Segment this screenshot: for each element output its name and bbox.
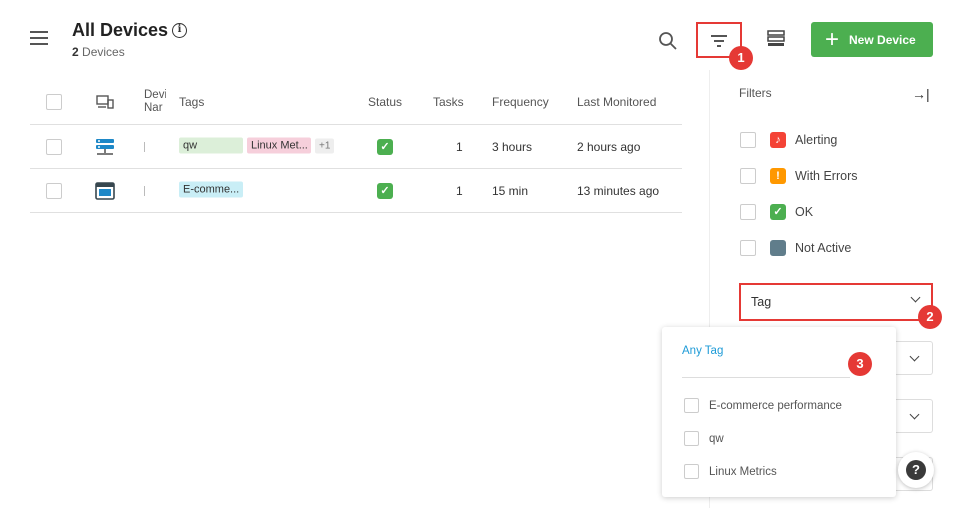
annotation-badge-1: 1 — [729, 46, 753, 70]
plus-icon: + — [825, 25, 840, 53]
table-row[interactable]: qw Linux Met... +1 ✓ 1 3 hours 2 hours ago — [30, 125, 682, 169]
col-tasks[interactable]: Tasks — [433, 95, 464, 109]
tag-option-label: qw — [709, 432, 724, 445]
filter-label: Alerting — [795, 133, 838, 147]
square-icon — [770, 240, 786, 256]
annotation-badge-3: 3 — [848, 352, 872, 376]
annotation-badge-2: 2 — [918, 305, 942, 329]
filter-checkbox[interactable] — [740, 168, 756, 184]
tag-option-checkbox[interactable] — [684, 398, 699, 413]
tag-option-label: E-commerce performance — [709, 399, 842, 412]
page-title: All Devices — [72, 20, 169, 40]
filter-not-active[interactable]: Not Active — [740, 238, 851, 258]
last-monitored-value: 2 hours ago — [577, 139, 641, 154]
help-button[interactable]: ? — [898, 452, 934, 488]
col-last-monitored[interactable]: Last Monitored — [577, 95, 656, 109]
tag-option-checkbox[interactable] — [684, 464, 699, 479]
device-name-divider — [144, 141, 145, 152]
devices-table: Devic Nar Tags Status Tasks Frequency La… — [30, 80, 682, 213]
tasks-count: 1 — [456, 139, 463, 154]
tag-option-checkbox[interactable] — [684, 431, 699, 446]
filter-select-hidden[interactable] — [895, 399, 933, 433]
search-icon[interactable] — [658, 31, 678, 51]
col-tags: Tags — [179, 95, 205, 109]
row-tags: qw Linux Met... +1 — [179, 137, 338, 156]
filter-label: Not Active — [795, 241, 852, 255]
device-type-icon — [96, 95, 114, 109]
tag-chip[interactable]: qw — [179, 137, 243, 153]
status-ok-icon: ✓ — [377, 138, 393, 155]
filter-icon — [711, 35, 727, 50]
frequency-value: 15 min — [492, 183, 529, 198]
row-checkbox[interactable] — [46, 182, 62, 199]
select-all-checkbox[interactable] — [46, 94, 62, 110]
menu-icon[interactable] — [30, 31, 48, 45]
filter-alerting[interactable]: ♪ Alerting — [740, 130, 837, 150]
bell-icon: ♪ — [770, 132, 786, 148]
tag-option[interactable]: qw — [684, 431, 724, 446]
table-header: Devic Nar Tags Status Tasks Frequency La… — [30, 80, 682, 125]
col-status[interactable]: Status — [368, 95, 402, 109]
any-tag-option[interactable]: Any Tag — [682, 345, 723, 357]
list-view-icon[interactable] — [767, 30, 785, 47]
filter-checkbox[interactable] — [740, 240, 756, 256]
device-count-number: 2 — [72, 45, 79, 59]
tag-option-label: Linux Metrics — [709, 465, 777, 478]
collapse-panel-icon[interactable]: →| — [912, 86, 930, 102]
new-device-label: New Device — [849, 32, 916, 47]
tag-option[interactable]: Linux Metrics — [684, 464, 777, 479]
last-monitored-value: 13 minutes ago — [577, 183, 660, 198]
question-icon: ? — [906, 460, 926, 480]
chevron-down-icon — [909, 351, 920, 362]
device-name-divider — [144, 185, 145, 196]
tag-chip[interactable]: Linux Met... — [247, 137, 311, 153]
browser-window-icon — [95, 181, 115, 200]
tag-chip[interactable]: E-comme... — [179, 181, 243, 197]
tasks-count: 1 — [456, 183, 463, 198]
device-count-label: Devices — [82, 45, 125, 59]
filter-label: With Errors — [795, 169, 858, 183]
filter-checkbox[interactable] — [740, 132, 756, 148]
filter-select-hidden[interactable] — [895, 341, 933, 375]
info-icon[interactable]: i — [172, 23, 187, 38]
server-icon — [96, 138, 114, 155]
filters-title: Filters — [739, 86, 772, 100]
check-icon: ✓ — [770, 204, 786, 220]
tag-select-value: Tag — [751, 295, 772, 309]
filter-label: OK — [795, 205, 814, 219]
row-tags: E-comme... — [179, 181, 247, 200]
table-row[interactable]: E-comme... ✓ 1 15 min 13 minutes ago — [30, 169, 682, 213]
row-checkbox[interactable] — [46, 138, 62, 155]
filter-with-errors[interactable]: ! With Errors — [740, 166, 858, 186]
new-device-button[interactable]: + New Device — [811, 22, 933, 57]
filter-checkbox[interactable] — [740, 204, 756, 220]
tag-option[interactable]: E-commerce performance — [684, 398, 842, 413]
dropdown-divider — [682, 377, 850, 378]
chevron-down-icon — [909, 409, 920, 420]
filter-ok[interactable]: ✓ OK — [740, 202, 813, 222]
exclamation-icon: ! — [770, 168, 786, 184]
tag-select[interactable]: Tag — [739, 283, 933, 321]
col-device-name[interactable]: Devic Nar — [144, 89, 166, 115]
col-frequency[interactable]: Frequency — [492, 95, 549, 109]
status-ok-icon: ✓ — [377, 182, 393, 199]
frequency-value: 3 hours — [492, 139, 533, 154]
more-tags-chip[interactable]: +1 — [315, 138, 335, 153]
device-count: 2 Devices — [72, 45, 125, 59]
chevron-down-icon — [910, 292, 921, 303]
